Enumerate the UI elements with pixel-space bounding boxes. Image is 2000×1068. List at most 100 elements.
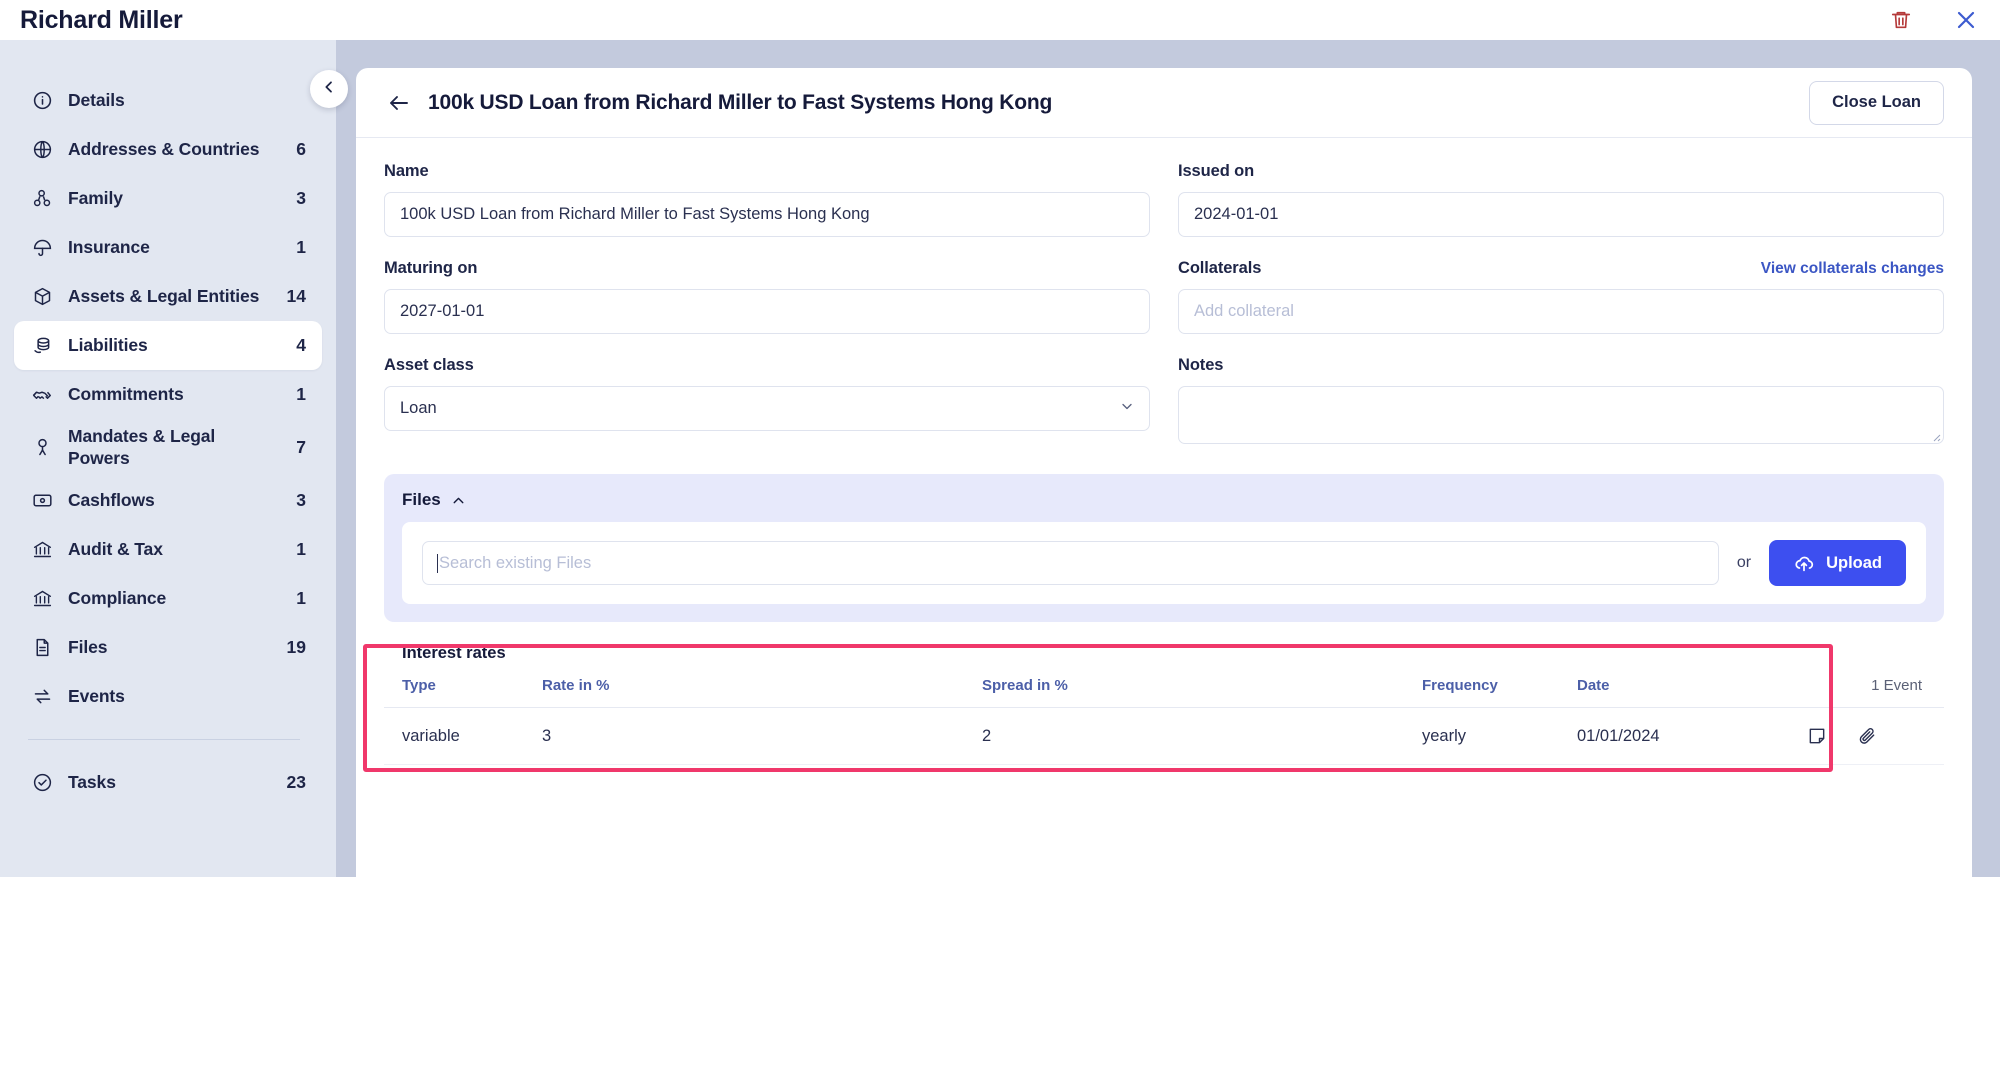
table-header-row: Type Rate in % Spread in % Frequency Dat… — [384, 677, 1944, 708]
sidebar-collapse-button[interactable] — [310, 70, 348, 108]
sidebar-item-audit-tax[interactable]: Audit & Tax 1 — [14, 525, 322, 574]
sidebar-item-label: Details — [68, 89, 125, 110]
view-collaterals-changes-link[interactable]: View collaterals changes — [1761, 260, 1944, 278]
interest-rates-table: Type Rate in % Spread in % Frequency Dat… — [384, 677, 1944, 765]
column-header-spread[interactable]: Spread in % — [964, 677, 1404, 708]
asset-class-value: Loan — [400, 399, 437, 417]
cell-type: variable — [384, 707, 524, 765]
cell-spread: 2 — [964, 707, 1404, 765]
sidebar-item-mandates-legal-powers[interactable]: Mandates & Legal Powers 7 — [14, 419, 322, 476]
exchange-icon — [30, 685, 54, 709]
table-row[interactable]: variable 3 2 yearly 01/01/2024 — [384, 707, 1944, 765]
sidebar-item-details[interactable]: Details — [14, 76, 322, 125]
column-header-rate[interactable]: Rate in % — [524, 677, 964, 708]
interest-rates-section: Interest rates Type Rate in % Spread in … — [356, 644, 1972, 772]
sidebar: Details Addresses & Countries 6 Family 3 — [0, 40, 336, 877]
coins-icon — [30, 334, 54, 358]
interest-rates-table-body: variable 3 2 yearly 01/01/2024 — [384, 707, 1944, 765]
column-header-type[interactable]: Type — [384, 677, 524, 708]
sidebar-item-label: Cashflows — [68, 489, 155, 510]
trash-icon[interactable] — [1890, 9, 1912, 31]
app-shell: Details Addresses & Countries 6 Family 3 — [0, 40, 2000, 1068]
sidebar-item-count: 14 — [286, 286, 306, 306]
sidebar-item-label: Family — [68, 187, 123, 208]
detail-header: 100k USD Loan from Richard Miller to Fas… — [356, 68, 1972, 138]
chevron-up-icon[interactable] — [450, 492, 467, 509]
top-bar-actions — [1890, 8, 1978, 32]
resize-grip-icon[interactable] — [1929, 429, 1941, 442]
notes-textarea[interactable] — [1178, 386, 1944, 444]
sidebar-item-count: 1 — [296, 588, 306, 608]
sidebar-item-insurance[interactable]: Insurance 1 — [14, 223, 322, 272]
sidebar-item-label: Insurance — [68, 236, 150, 257]
field-label-maturing-on: Maturing on — [384, 259, 478, 277]
document-icon — [30, 636, 54, 660]
cloud-upload-icon — [1793, 552, 1815, 574]
sidebar-item-cashflows[interactable]: Cashflows 3 — [14, 476, 322, 525]
files-panel-header[interactable]: Files — [402, 490, 1926, 510]
files-panel-body: Search existing Files or Upload — [402, 522, 1926, 604]
sidebar-item-tasks[interactable]: Tasks 23 — [14, 758, 322, 807]
sidebar-item-label: Compliance — [68, 587, 167, 608]
sidebar-item-count: 1 — [296, 384, 306, 404]
events-count-label: 1 Event — [1789, 677, 1944, 708]
close-loan-button[interactable]: Close Loan — [1809, 80, 1944, 125]
sidebar-item-addresses-countries[interactable]: Addresses & Countries 6 — [14, 125, 322, 174]
family-icon — [30, 187, 54, 211]
close-icon[interactable] — [1954, 8, 1978, 32]
banknote-icon — [30, 489, 54, 513]
sidebar-item-label: Files — [68, 636, 108, 657]
field-issued-on: Issued on 2024-01-01 — [1178, 162, 1944, 237]
cell-date: 01/01/2024 — [1559, 707, 1789, 765]
sidebar-item-label: Mandates & Legal Powers — [68, 426, 216, 468]
sidebar-item-count: 3 — [296, 490, 306, 510]
upload-button-label: Upload — [1826, 553, 1882, 572]
interest-rates-table-head: Type Rate in % Spread in % Frequency Dat… — [384, 677, 1944, 708]
sidebar-item-compliance[interactable]: Compliance 1 — [14, 574, 322, 623]
note-icon[interactable] — [1807, 726, 1827, 746]
collaterals-input[interactable]: Add collateral — [1178, 289, 1944, 334]
sidebar-item-label: Audit & Tax — [68, 538, 163, 559]
chevron-left-icon — [321, 79, 337, 100]
box-icon — [30, 285, 54, 309]
name-input[interactable]: 100k USD Loan from Richard Miller to Fas… — [384, 192, 1150, 237]
detail-panel: 100k USD Loan from Richard Miller to Fas… — [356, 68, 1972, 1068]
arrow-left-icon[interactable] — [384, 88, 414, 118]
file-search-input[interactable]: Search existing Files — [422, 541, 1719, 585]
sidebar-item-count: 23 — [286, 772, 306, 792]
sidebar-item-commitments[interactable]: Commitments 1 — [14, 370, 322, 419]
sidebar-item-count: 7 — [296, 437, 306, 457]
sidebar-item-label: Commitments — [68, 383, 184, 404]
issued-on-input[interactable]: 2024-01-01 — [1178, 192, 1944, 237]
column-header-frequency[interactable]: Frequency — [1404, 677, 1559, 708]
info-icon — [30, 89, 54, 113]
cell-rate: 3 — [524, 707, 964, 765]
maturing-on-input[interactable]: 2027-01-01 — [384, 289, 1150, 334]
chevron-down-icon — [1119, 398, 1135, 419]
asset-class-select[interactable]: Loan — [384, 386, 1150, 431]
field-asset-class: Asset class Loan — [384, 356, 1150, 444]
files-panel-title: Files — [402, 490, 441, 509]
sidebar-item-events[interactable]: Events — [14, 672, 322, 721]
sidebar-item-assets-legal-entities[interactable]: Assets & Legal Entities 14 — [14, 272, 322, 321]
umbrella-icon — [30, 236, 54, 260]
handshake-icon — [30, 383, 54, 407]
sidebar-divider — [28, 739, 300, 740]
sidebar-item-files[interactable]: Files 19 — [14, 623, 322, 672]
sidebar-item-liabilities[interactable]: Liabilities 4 — [14, 321, 322, 370]
upload-button[interactable]: Upload — [1769, 540, 1906, 586]
sidebar-item-label: Assets & Legal Entities — [68, 285, 260, 306]
sidebar-nav-list: Details Addresses & Countries 6 Family 3 — [0, 76, 336, 807]
sidebar-item-label: Addresses & Countries — [68, 138, 260, 159]
text-caret — [437, 553, 438, 573]
field-label-notes: Notes — [1178, 356, 1224, 374]
sidebar-item-count: 1 — [296, 539, 306, 559]
sidebar-item-family[interactable]: Family 3 — [14, 174, 322, 223]
paperclip-icon[interactable] — [1857, 726, 1877, 746]
check-circle-icon — [30, 771, 54, 795]
column-header-date[interactable]: Date — [1559, 677, 1789, 708]
interest-rates-title: Interest rates — [402, 644, 506, 662]
person-seal-icon — [30, 436, 54, 460]
detail-title: 100k USD Loan from Richard Miller to Fas… — [428, 90, 1053, 114]
or-label: or — [1736, 554, 1752, 571]
